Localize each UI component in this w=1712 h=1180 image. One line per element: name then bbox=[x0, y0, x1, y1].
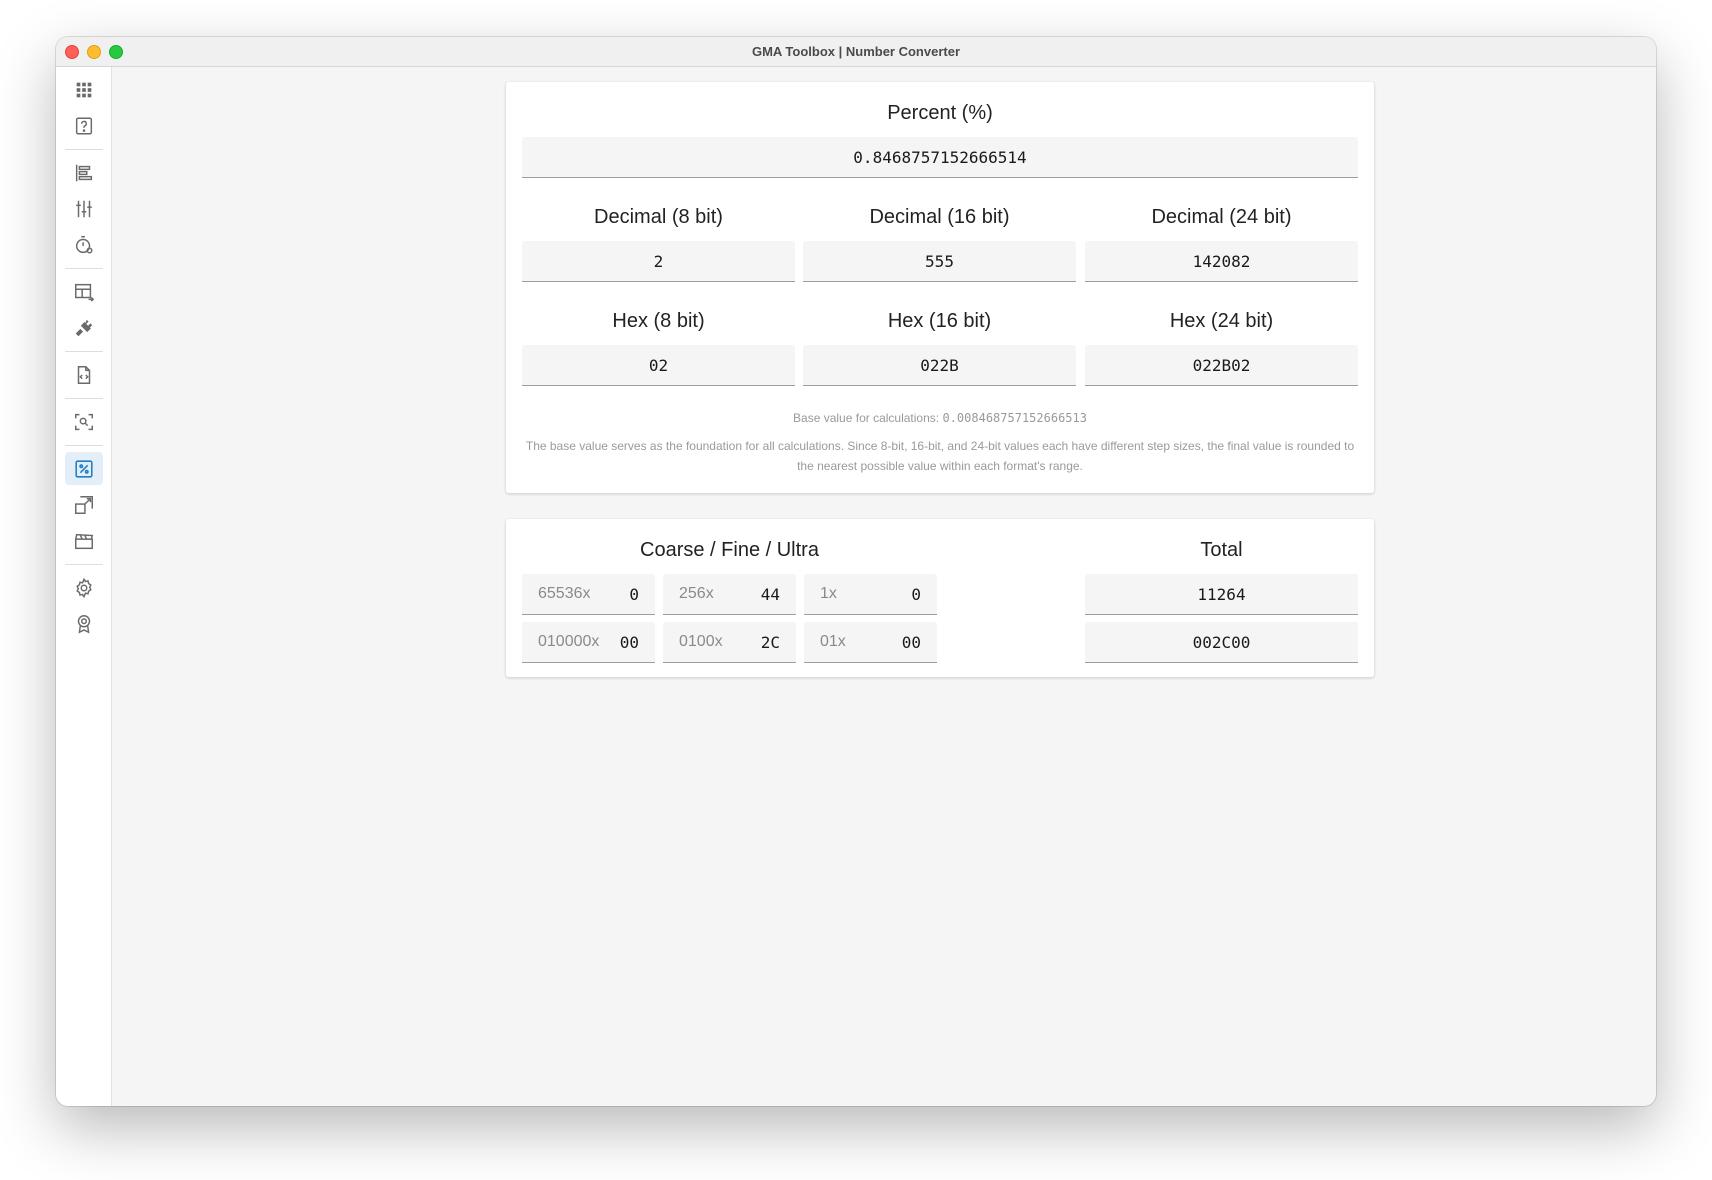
coarse-hex-value: 00 bbox=[619, 633, 639, 652]
total-decimal-input[interactable]: 11264 bbox=[1085, 574, 1358, 615]
coarse-decimal-value: 0 bbox=[629, 585, 639, 604]
fine-hex-prefix: 0100x bbox=[679, 633, 723, 650]
sidebar-item-plug[interactable] bbox=[65, 311, 103, 344]
base-value-label: Base value for calculations: bbox=[793, 411, 940, 425]
minimize-window-button[interactable] bbox=[87, 45, 101, 59]
decimal-24bit-input[interactable]: 142082 bbox=[1085, 241, 1358, 282]
base-value-description: The base value serves as the foundation … bbox=[525, 439, 1355, 473]
hex-16bit-label: Hex (16 bit) bbox=[887, 310, 992, 332]
ultra-decimal-prefix: 1x bbox=[820, 585, 837, 602]
sidebar-item-settings[interactable] bbox=[65, 571, 103, 604]
sliders-icon bbox=[75, 200, 92, 217]
coarse-hex-field[interactable]: 010000x 00 bbox=[522, 622, 655, 663]
close-window-button[interactable] bbox=[65, 45, 79, 59]
hex-24bit-input[interactable]: 022B02 bbox=[1085, 345, 1358, 386]
decimal-24bit-label: Decimal (24 bit) bbox=[1151, 206, 1292, 228]
hex-8bit-input[interactable]: 02 bbox=[522, 345, 795, 386]
ultra-hex-prefix: 01x bbox=[820, 633, 846, 650]
decimal-16bit-input[interactable]: 555 bbox=[803, 241, 1076, 282]
hex-24bit-label: Hex (24 bit) bbox=[1169, 310, 1274, 332]
scan-search-icon bbox=[74, 413, 93, 430]
hex-8bit-label: Hex (8 bit) bbox=[612, 310, 705, 332]
total-hex-input[interactable]: 002C00 bbox=[1085, 622, 1358, 663]
ultra-decimal-field[interactable]: 1x 0 bbox=[804, 574, 937, 615]
fine-decimal-value: 44 bbox=[760, 585, 780, 604]
sidebar-item-clapperboard[interactable] bbox=[65, 524, 103, 557]
sidebar-item-image-resize[interactable] bbox=[65, 488, 103, 521]
base-value-note: Base value for calculations: 0.008468757… bbox=[522, 408, 1358, 428]
sidebar-item-sliders[interactable] bbox=[65, 192, 103, 225]
coarse-decimal-prefix: 65536x bbox=[538, 585, 591, 602]
sidebar-item-file-code[interactable] bbox=[65, 358, 103, 391]
title-bar: GMA Toolbox | Number Converter bbox=[56, 37, 1656, 67]
fine-decimal-prefix: 256x bbox=[679, 585, 714, 602]
sidebar-item-apps[interactable] bbox=[65, 73, 103, 106]
table-icon bbox=[74, 283, 94, 302]
fine-hex-value: 2C bbox=[760, 633, 780, 652]
sidebar-divider bbox=[64, 398, 103, 399]
fine-hex-field[interactable]: 0100x 2C bbox=[663, 622, 796, 663]
ultra-hex-value: 00 bbox=[901, 633, 921, 652]
base-value: 0.008468757152666513 bbox=[942, 411, 1087, 425]
sidebar-divider bbox=[64, 564, 103, 565]
plug-icon bbox=[75, 319, 92, 336]
gear-icon bbox=[75, 577, 92, 598]
converter-card: Percent (%) 0.8468757152666514 Decimal (… bbox=[506, 82, 1374, 493]
image-resize-icon bbox=[74, 495, 93, 514]
grid-icon bbox=[76, 82, 91, 97]
sidebar-item-table[interactable] bbox=[65, 275, 103, 308]
sidebar-item-scan[interactable] bbox=[65, 405, 103, 438]
window-controls bbox=[65, 45, 123, 59]
sidebar-item-help[interactable] bbox=[65, 109, 103, 142]
coarse-decimal-field[interactable]: 65536x 0 bbox=[522, 574, 655, 615]
hex-16bit-input[interactable]: 022B bbox=[803, 345, 1076, 386]
sidebar-divider bbox=[64, 445, 103, 446]
sidebar-item-number-converter[interactable] bbox=[64, 452, 103, 485]
clapperboard-icon bbox=[74, 533, 93, 549]
decimal-8bit-input[interactable]: 2 bbox=[522, 241, 795, 282]
total-label: Total bbox=[1200, 539, 1243, 561]
percent-input[interactable]: 0.8468757152666514 bbox=[522, 137, 1358, 178]
main-content: Percent (%) 0.8468757152666514 Decimal (… bbox=[112, 67, 1656, 1106]
app-window: GMA Toolbox | Number Converter Percent (… bbox=[56, 37, 1656, 1106]
sidebar-item-timer[interactable] bbox=[65, 228, 103, 261]
sidebar-divider bbox=[64, 149, 103, 150]
coarse-fine-ultra-card: Coarse / Fine / Ultra Total 65536x 0 256… bbox=[506, 519, 1374, 677]
align-left-icon bbox=[75, 164, 92, 181]
sidebar-divider bbox=[64, 268, 103, 269]
decimal-16bit-label: Decimal (16 bit) bbox=[869, 206, 1010, 228]
sidebar-item-award[interactable] bbox=[65, 607, 103, 640]
ultra-hex-field[interactable]: 01x 00 bbox=[804, 622, 937, 663]
cfu-title: Coarse / Fine / Ultra bbox=[640, 539, 819, 561]
coarse-hex-prefix: 010000x bbox=[538, 633, 600, 650]
sidebar bbox=[56, 67, 112, 1106]
decimal-8bit-label: Decimal (8 bit) bbox=[594, 206, 723, 228]
help-icon bbox=[75, 116, 92, 135]
sidebar-divider bbox=[64, 351, 103, 352]
percent-icon bbox=[74, 459, 93, 478]
award-icon bbox=[77, 614, 90, 634]
percent-label: Percent (%) bbox=[887, 102, 993, 124]
file-code-icon bbox=[77, 365, 90, 384]
sidebar-item-align[interactable] bbox=[65, 156, 103, 189]
zoom-window-button[interactable] bbox=[109, 45, 123, 59]
timer-icon bbox=[75, 235, 93, 254]
fine-decimal-field[interactable]: 256x 44 bbox=[663, 574, 796, 615]
ultra-decimal-value: 0 bbox=[911, 585, 921, 604]
window-title: GMA Toolbox | Number Converter bbox=[751, 44, 961, 59]
